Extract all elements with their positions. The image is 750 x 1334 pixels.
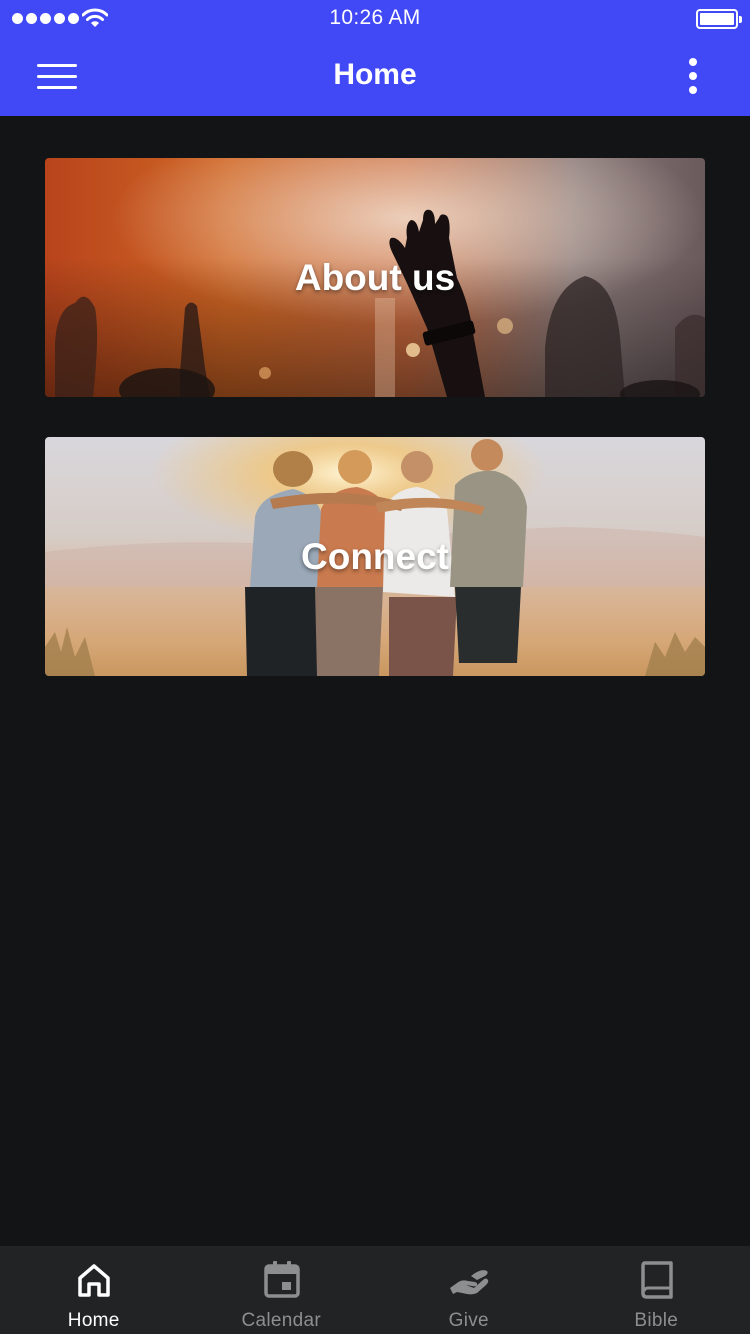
header: 10:26 AM Home	[0, 0, 750, 116]
more-options-button[interactable]	[672, 54, 714, 98]
tab-give[interactable]: Give	[375, 1246, 563, 1334]
tab-bible-label: Bible	[634, 1310, 679, 1331]
tab-calendar-label: Calendar	[241, 1310, 321, 1331]
give-hand-icon	[450, 1270, 489, 1295]
tab-bible[interactable]: Bible	[563, 1246, 750, 1334]
tab-calendar[interactable]: Calendar	[188, 1246, 376, 1334]
status-time: 10:26 AM	[329, 6, 421, 29]
tab-give-label: Give	[448, 1310, 489, 1331]
connect-card[interactable]: Connect	[45, 437, 705, 676]
more-vertical-icon	[689, 58, 697, 66]
home-icon	[78, 1264, 110, 1297]
page-title: Home	[333, 58, 417, 91]
connect-label: Connect	[301, 535, 449, 577]
battery-full-icon	[696, 9, 742, 29]
about-us-label: About us	[294, 256, 456, 298]
app-bar: Home	[0, 38, 750, 116]
tab-home[interactable]: Home	[0, 1246, 188, 1334]
about-us-card[interactable]: About us	[45, 158, 705, 397]
book-icon	[640, 1261, 673, 1299]
tab-home-label: Home	[67, 1310, 120, 1331]
calendar-icon	[263, 1261, 300, 1298]
bottom-tab-bar: Home Calendar Give Bible	[0, 1246, 750, 1334]
status-bar: 10:26 AM	[0, 0, 750, 38]
